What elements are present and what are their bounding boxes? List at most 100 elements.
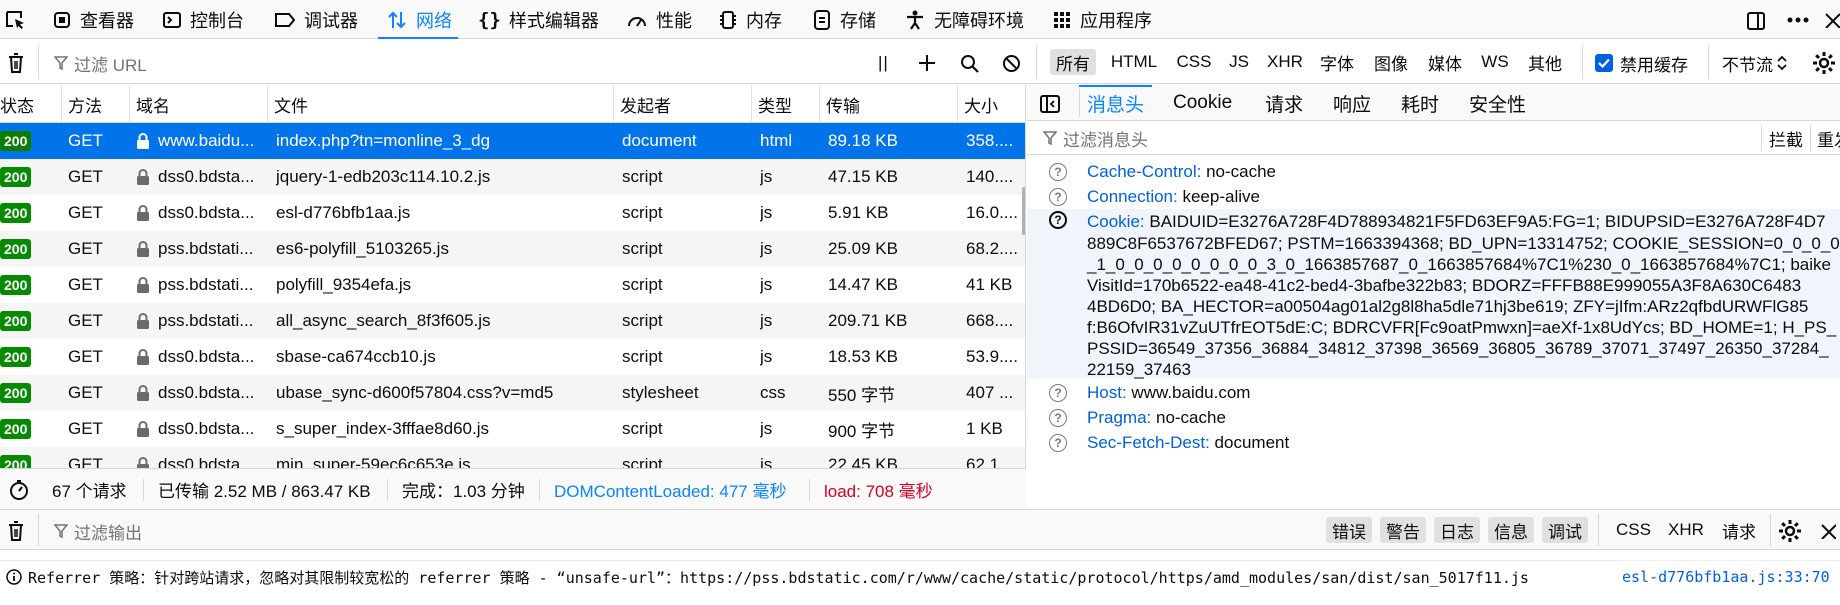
help-icon[interactable]: ? [1049,434,1067,452]
block-requests-button[interactable] [1002,50,1021,76]
column-header-file[interactable]: 文件 [268,85,614,123]
file-cell: es6-polyfill_5103265.js [276,231,610,267]
table-row[interactable]: 200 GET dss0.bdsta... jquery-1-edb203c114.1… [0,159,1025,195]
element-picker-button[interactable] [4,0,26,39]
tab-response[interactable]: 响应 [1333,85,1371,121]
filter-level-info[interactable]: 信息 [1488,517,1534,543]
console-settings-button[interactable] [1778,518,1802,544]
header-value: keep-alive [1182,187,1260,206]
table-row[interactable]: 200 GET pss.bdstati... polyfill_9354efa.js s… [0,267,1025,303]
help-icon[interactable]: ? [1049,211,1067,229]
block-request-button[interactable]: 拦截 [1769,121,1803,155]
help-icon[interactable]: ? [1049,384,1067,402]
size-cell: 1 KB [966,411,1022,447]
column-header-domain[interactable]: 域名 [130,85,268,123]
table-row[interactable]: 200 GET dss0.bdsta... ubase_sync-d600f57804… [0,375,1025,411]
method-cell: GET [68,303,128,339]
table-row[interactable]: 200 GET dss0.bdsta... esl-d776bfb1aa.js scri… [0,195,1025,231]
initiator-cell: script [622,303,748,339]
tab-performance[interactable]: 性能 [626,0,692,39]
filter-type-xhr[interactable]: XHR [1262,49,1308,75]
filter-type-all[interactable]: 所有 [1050,49,1096,75]
filter-type-request-messages[interactable]: 请求 [1722,517,1756,543]
clear-requests-button[interactable] [6,50,26,76]
filter-level-log[interactable]: 日志 [1434,517,1480,543]
transferred-text: 18.53 KB [828,347,898,366]
filter-type-css-messages[interactable]: CSS [1616,517,1651,543]
search-button[interactable] [960,50,979,76]
more-options-button[interactable] [1786,0,1810,39]
column-header-type[interactable]: 类型 [752,85,820,123]
tab-console[interactable]: 控制台 [162,0,244,39]
file-cell: sbase-ca674ccb10.js [276,339,610,375]
size-text: 16.0.... [966,203,1018,222]
status-badge: 200 [0,419,32,439]
filter-type-ws[interactable]: WS [1476,49,1514,75]
column-header-initiator[interactable]: 发起者 [614,85,752,123]
filter-type-font[interactable]: 字体 [1316,49,1358,75]
throttle-select[interactable]: 不节流 [1722,50,1787,76]
table-row[interactable]: 200 GET pss.bdstati... es6-polyfill_5103265… [0,231,1025,267]
dock-side-button[interactable] [1746,0,1768,39]
file-text: es6-polyfill_5103265.js [276,239,449,258]
disable-cache-toggle[interactable]: 禁用缓存 [1594,50,1688,76]
filter-level-warning[interactable]: 警告 [1380,517,1426,543]
toggle-sidebar-button[interactable] [1039,93,1061,115]
filter-type-other[interactable]: 其他 [1524,49,1566,75]
column-header-method[interactable]: 方法 [62,85,130,123]
headers-filter-input[interactable]: 过滤消息头 [1043,121,1603,155]
pause-button[interactable]: || [878,50,889,76]
column-header-transferred[interactable]: 传输 [820,85,958,123]
type-cell: js [760,303,816,339]
tab-storage[interactable]: 存储 [812,0,876,39]
filter-type-js[interactable]: JS [1224,49,1254,75]
file-text: sbase-ca674ccb10.js [276,347,436,366]
tab-request[interactable]: 请求 [1265,85,1303,121]
column-header-status[interactable]: 状态 [0,85,62,123]
type-text: js [760,239,773,258]
table-row[interactable]: 200 GET dss0.bdsta... sbase-ca674ccb10.js sc… [0,339,1025,375]
tab-label: 存储 [840,10,876,31]
filter-level-error[interactable]: 错误 [1326,517,1372,543]
filter-type-html[interactable]: HTML [1106,49,1162,75]
filter-type-image[interactable]: 图像 [1370,49,1412,75]
tab-headers[interactable]: 消息头 [1078,85,1153,121]
console-filter-input[interactable]: 过滤输出 [54,518,1054,544]
add-request-button[interactable] [918,50,936,76]
filter-type-media[interactable]: 媒体 [1424,49,1466,75]
help-icon[interactable]: ? [1049,188,1067,206]
url-filter-input[interactable]: 过滤 URL [54,50,854,76]
table-row[interactable]: 200 GET www.baidu... index.php?tn=monline_3… [0,123,1025,159]
tab-memory[interactable]: 内存 [718,0,782,39]
close-split-console-button[interactable] [1820,521,1836,541]
table-row[interactable]: 200 GET dss0.bdsta... s_super_index-3fffae8… [0,411,1025,447]
tab-style-editor[interactable]: {} 样式编辑器 [478,0,599,39]
filter-type-css[interactable]: CSS [1172,49,1216,75]
tab-network[interactable]: 网络 [378,0,458,39]
tab-accessibility[interactable]: 无障碍环境 [904,0,1024,39]
filter-level-debug[interactable]: 调试 [1542,517,1588,543]
checkbox-checked-icon[interactable] [1594,53,1614,73]
column-header-size[interactable]: 大小 [958,85,1025,123]
console-message-source-link[interactable]: esl-d776bfb1aa.js:33:70 [1622,567,1830,587]
tab-cookies[interactable]: Cookie [1173,85,1232,121]
size-cell: 16.0.... [966,195,1022,231]
resend-button[interactable]: 重发 [1817,121,1840,155]
filter-type-xhr-messages[interactable]: XHR [1668,517,1704,543]
network-settings-button[interactable] [1812,50,1836,76]
close-devtools-button[interactable] [1824,0,1840,39]
table-row[interactable]: 200 GET pss.bdstati... all_async_search_8f3… [0,303,1025,339]
tab-security[interactable]: 安全性 [1469,85,1526,121]
table-row[interactable]: 200 GET dss0.bdsta... min_super-59ec6c653e.… [0,447,1025,468]
tab-timings[interactable]: 耗时 [1401,85,1439,121]
clear-console-button[interactable] [6,518,26,544]
tab-application[interactable]: 应用程序 [1052,0,1152,39]
help-icon[interactable]: ? [1049,409,1067,427]
initiator-text: script [622,419,663,438]
table-scrollbar[interactable] [1022,187,1025,235]
tab-debugger[interactable]: 调试器 [274,0,358,39]
domain-cell: pss.bdstati... [136,231,262,267]
tab-inspector[interactable]: 查看器 [52,0,134,39]
help-icon[interactable]: ? [1049,163,1067,181]
timer-button[interactable] [8,469,30,510]
